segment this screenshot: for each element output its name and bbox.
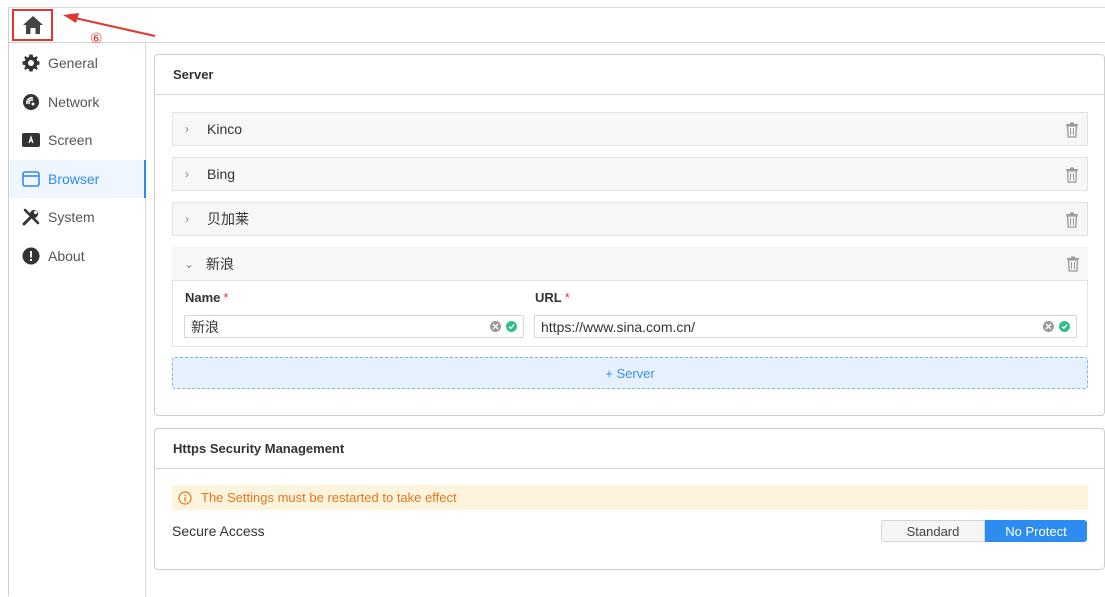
valid-check-icon	[1059, 321, 1070, 332]
top-bar: ⑥	[9, 8, 1105, 46]
name-field[interactable]: 新浪	[184, 315, 524, 338]
screen-icon	[21, 130, 41, 150]
sidebar-item-general[interactable]: General	[9, 44, 145, 83]
https-security-panel: Https Security Management The Settings m…	[154, 428, 1105, 570]
secure-access-label: Secure Access	[172, 523, 265, 539]
sidebar-item-label: System	[48, 209, 95, 226]
server-name: Bing	[207, 166, 236, 182]
server-item-kinco[interactable]: › Kinco	[172, 112, 1088, 146]
sidebar-item-system[interactable]: System	[9, 198, 145, 237]
panel-title: Https Security Management	[155, 429, 1104, 469]
restart-warning: The Settings must be restarted to take e…	[172, 485, 1088, 510]
home-button[interactable]	[12, 9, 53, 41]
add-server-button[interactable]: + Server	[172, 357, 1088, 389]
url-field[interactable]: https://www.sina.com.cn/	[534, 315, 1077, 338]
chevron-right-icon: ›	[185, 167, 189, 181]
chevron-down-icon: ⌄	[184, 256, 195, 271]
server-item-sina[interactable]: ⌄ 新浪	[172, 247, 1088, 281]
trash-icon[interactable]	[1065, 167, 1079, 183]
url-field-value: https://www.sina.com.cn/	[541, 318, 696, 335]
secure-access-toggle: Standard No Protect	[881, 520, 1087, 542]
tools-icon	[21, 207, 41, 227]
home-icon	[22, 16, 43, 34]
url-field-label: URL *	[535, 290, 570, 305]
browser-icon	[21, 169, 41, 189]
network-icon	[21, 92, 41, 112]
valid-check-icon	[506, 321, 517, 332]
option-no-protect[interactable]: No Protect	[985, 520, 1087, 542]
sidebar-item-about[interactable]: About	[9, 237, 145, 276]
name-field-label: Name *	[185, 290, 229, 305]
sidebar-item-browser[interactable]: Browser	[9, 159, 146, 198]
server-name: 新浪	[206, 255, 234, 272]
chevron-right-icon: ›	[185, 212, 189, 226]
info-icon	[21, 246, 41, 266]
sidebar-item-label: General	[48, 55, 98, 72]
trash-icon[interactable]	[1065, 212, 1079, 228]
required-mark: *	[564, 290, 570, 305]
sidebar-item-label: Browser	[48, 170, 100, 187]
sidebar: General Network Screen Browser System Ab…	[9, 44, 146, 597]
required-mark: *	[223, 290, 229, 305]
info-circle-icon	[178, 490, 192, 505]
sidebar-item-label: Screen	[48, 132, 93, 149]
warning-text: The Settings must be restarted to take e…	[201, 490, 457, 505]
gear-icon	[21, 53, 41, 73]
name-field-value: 新浪	[191, 318, 219, 335]
clear-icon[interactable]	[1043, 321, 1054, 332]
sidebar-item-network[interactable]: Network	[9, 83, 145, 122]
server-name: 贝加莱	[207, 211, 249, 227]
server-item-sina-expanded: ⌄ 新浪 Name * 新浪 URL * https://www.sina.com.…	[172, 247, 1088, 347]
server-item-bandr[interactable]: › 贝加莱	[172, 202, 1088, 236]
trash-icon[interactable]	[1065, 122, 1079, 138]
sidebar-item-label: About	[48, 247, 85, 264]
chevron-right-icon: ›	[185, 122, 189, 136]
clear-icon[interactable]	[490, 321, 501, 332]
sidebar-item-screen[interactable]: Screen	[9, 121, 145, 160]
server-name: Kinco	[207, 121, 243, 137]
option-standard[interactable]: Standard	[881, 520, 985, 542]
annotation-arrow	[63, 13, 156, 37]
sidebar-item-label: Network	[48, 93, 100, 110]
trash-icon[interactable]	[1066, 256, 1080, 272]
panel-title: Server	[155, 55, 1104, 95]
server-item-bing[interactable]: › Bing	[172, 157, 1088, 191]
server-panel: Server › Kinco › Bing › 贝加莱 ⌄ 新浪 Name * 新…	[154, 54, 1105, 416]
